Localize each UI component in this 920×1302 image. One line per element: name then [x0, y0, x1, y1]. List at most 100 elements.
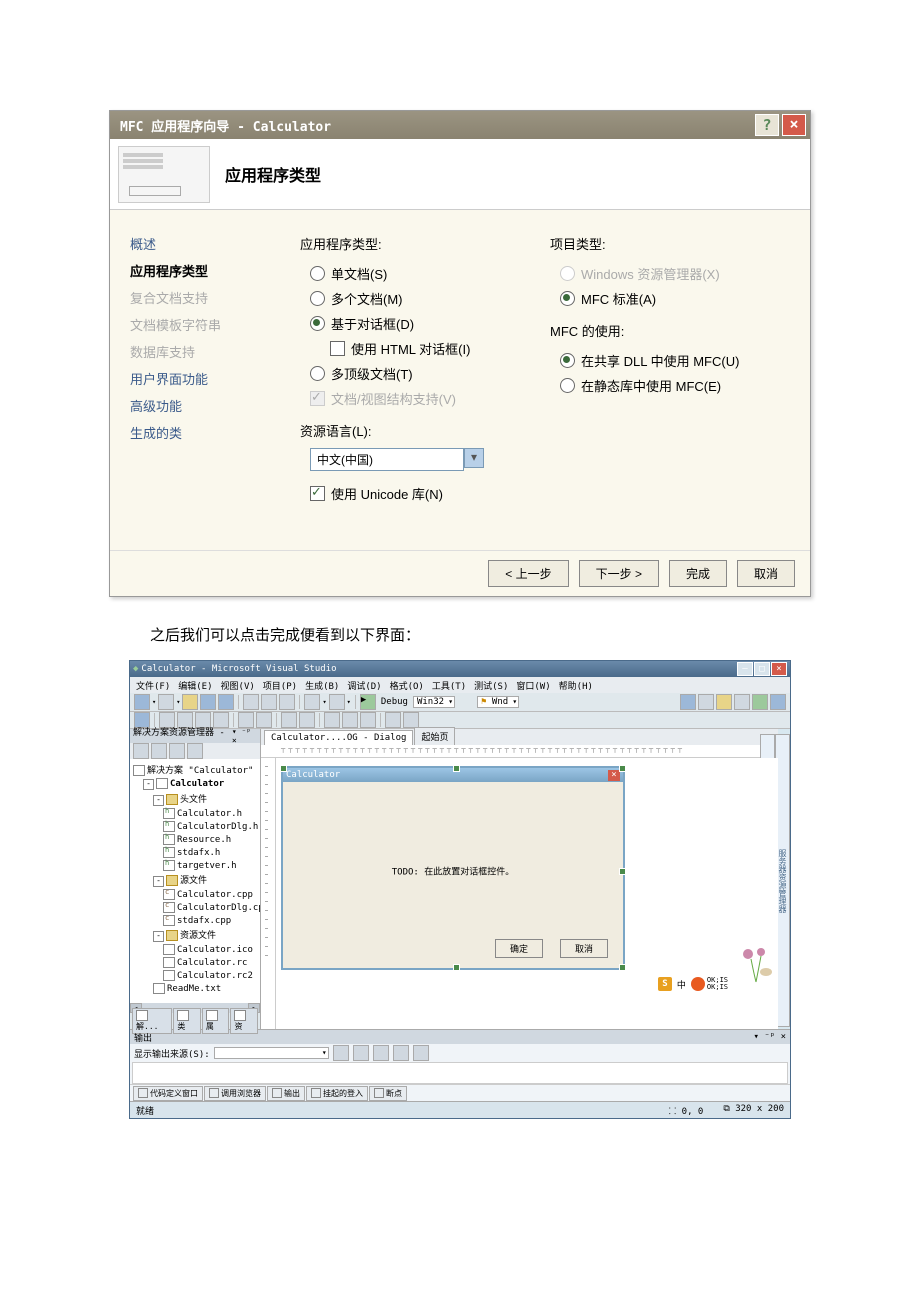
same-size-icon[interactable] — [360, 712, 376, 728]
resize-handle[interactable] — [453, 765, 460, 772]
tree-file[interactable]: Calculator.ico — [133, 943, 257, 956]
center-h-icon[interactable] — [238, 712, 254, 728]
ime-mode-icon[interactable] — [691, 977, 705, 991]
platform-select[interactable]: Win32 — [413, 696, 455, 708]
output-pins[interactable]: ▾ ⁻ᵖ × — [753, 1032, 786, 1042]
space-h-icon[interactable] — [281, 712, 297, 728]
dialog-cancel-button[interactable]: 取消 — [560, 939, 608, 958]
radio-shared-dll[interactable]: 在共享 DLL 中使用 MFC(U) — [550, 348, 800, 373]
config-select[interactable]: Debug — [378, 697, 411, 707]
radio-multi-doc[interactable]: 多个文档(M) — [300, 286, 550, 311]
cut-icon[interactable] — [243, 694, 259, 710]
help-icon[interactable]: ? — [755, 114, 779, 136]
solution-tree[interactable]: 解决方案 "Calculator" (1 个项 -Calculator -头文件… — [130, 759, 260, 1003]
menu-debug[interactable]: 调试(D) — [347, 679, 381, 692]
grid-icon[interactable] — [385, 712, 401, 728]
tab-call-browser[interactable]: 调用浏览器 — [204, 1086, 266, 1101]
tab-output[interactable]: 输出 — [267, 1086, 305, 1101]
check-html-dialog[interactable]: 使用 HTML 对话框(I) — [300, 336, 550, 361]
menu-window[interactable]: 窗口(W) — [516, 679, 550, 692]
save-icon[interactable] — [200, 694, 216, 710]
language-select[interactable]: 中文(中国)▾ — [310, 448, 550, 471]
output-tool-icon[interactable] — [333, 1045, 349, 1061]
paste-icon[interactable] — [279, 694, 295, 710]
copy-icon[interactable] — [261, 694, 277, 710]
output-tool-icon[interactable] — [413, 1045, 429, 1061]
tab-pending[interactable]: 挂起的登入 — [306, 1086, 368, 1101]
tool-icon-4[interactable] — [734, 694, 750, 710]
same-width-icon[interactable] — [324, 712, 340, 728]
solution-panel-header[interactable]: 解决方案资源管理器 - ... ▾ ⁻ᵖ × — [130, 729, 260, 743]
output-tool-icon[interactable] — [373, 1045, 389, 1061]
prev-button[interactable]: < 上一步 — [488, 560, 568, 587]
dialog-body[interactable]: TODO: 在此放置对话框控件。 确定 取消 — [283, 782, 623, 968]
chevron-down-icon[interactable]: ▾ — [464, 448, 484, 468]
space-v-icon[interactable] — [299, 712, 315, 728]
tree-file[interactable]: stdafx.h — [133, 846, 257, 859]
menu-build[interactable]: 生成(B) — [305, 679, 339, 692]
ime-bar[interactable]: S 中 OK;ISOK;IS — [658, 977, 728, 991]
tab-class[interactable]: 类 — [173, 1008, 201, 1034]
tool-icon-1[interactable] — [680, 694, 696, 710]
ime-cn[interactable]: 中 — [674, 978, 689, 991]
tree-resources-folder[interactable]: -资源文件 — [133, 927, 257, 943]
tab-breakpoints[interactable]: 断点 — [369, 1086, 407, 1101]
refresh-icon[interactable] — [169, 743, 185, 759]
find-combo[interactable]: ⚑ Wnd — [477, 696, 519, 708]
tool-icon-3[interactable] — [716, 694, 732, 710]
tool-icon-6[interactable] — [770, 694, 786, 710]
menu-view[interactable]: 视图(V) — [221, 679, 255, 692]
tree-readme[interactable]: ReadMe.txt — [133, 982, 257, 995]
menu-edit[interactable]: 编辑(E) — [178, 679, 212, 692]
redo-icon[interactable] — [329, 694, 345, 710]
next-button[interactable]: 下一步 > — [579, 560, 659, 587]
tree-file[interactable]: stdafx.cpp — [133, 914, 257, 927]
show-all-icon[interactable] — [151, 743, 167, 759]
tree-headers-folder[interactable]: -头文件 — [133, 791, 257, 807]
finish-button[interactable]: 完成 — [669, 560, 727, 587]
resize-handle[interactable] — [280, 765, 287, 772]
menu-file[interactable]: 文件(F) — [136, 679, 170, 692]
tree-solution[interactable]: 解决方案 "Calculator" (1 个项 — [133, 762, 257, 777]
menu-test[interactable]: 测试(S) — [474, 679, 508, 692]
tree-sources-folder[interactable]: -源文件 — [133, 872, 257, 888]
menu-format[interactable]: 格式(O) — [390, 679, 424, 692]
tree-file[interactable]: Calculator.h — [133, 807, 257, 820]
resize-handle[interactable] — [619, 868, 626, 875]
radio-single-doc[interactable]: 单文档(S) — [300, 261, 550, 286]
tab-property[interactable]: 属 — [202, 1008, 230, 1034]
radio-static-lib[interactable]: 在静态库中使用 MFC(E) — [550, 373, 800, 398]
tab-resource[interactable]: 资 — [230, 1008, 258, 1034]
resize-handle[interactable] — [453, 964, 460, 971]
output-source-select[interactable] — [214, 1047, 329, 1059]
tool-icon-5[interactable] — [752, 694, 768, 710]
tree-file[interactable]: Calculator.rc — [133, 956, 257, 969]
dialog-ok-button[interactable]: 确定 — [495, 939, 543, 958]
menu-tools[interactable]: 工具(T) — [432, 679, 466, 692]
radio-dialog-based[interactable]: 基于对话框(D) — [300, 311, 550, 336]
resize-handle[interactable] — [619, 964, 626, 971]
dialog-designer[interactable]: Calculator × TODO: 在此放置对话框控件。 确定 取消 — [261, 758, 778, 1029]
center-v-icon[interactable] — [256, 712, 272, 728]
nav-generated[interactable]: 生成的类 — [130, 419, 290, 446]
tree-file[interactable]: CalculatorDlg.h — [133, 820, 257, 833]
doc-tab-dialog[interactable]: Calculator....OG - Dialog — [264, 730, 413, 745]
resize-handle[interactable] — [619, 765, 626, 772]
save-all-icon[interactable] — [218, 694, 234, 710]
start-debug-icon[interactable]: ▶ — [360, 694, 376, 710]
minimize-icon[interactable]: ‒ — [737, 662, 753, 676]
output-text[interactable] — [132, 1062, 788, 1084]
nav-ui[interactable]: 用户界面功能 — [130, 365, 290, 392]
nav-app-type[interactable]: 应用程序类型 — [130, 257, 290, 284]
tree-file[interactable]: Calculator.rc2 — [133, 969, 257, 982]
ide-titlebar[interactable]: ◆ Calculator - Microsoft Visual Studio ‒… — [130, 661, 790, 677]
tab-code-def[interactable]: 代码定义窗口 — [133, 1086, 203, 1101]
guide-icon[interactable] — [403, 712, 419, 728]
properties-icon[interactable] — [133, 743, 149, 759]
close-icon[interactable]: × — [782, 114, 806, 136]
tree-project[interactable]: -Calculator — [133, 777, 257, 791]
same-height-icon[interactable] — [342, 712, 358, 728]
tree-file[interactable]: CalculatorDlg.cpp — [133, 901, 257, 914]
tree-file[interactable]: Calculator.cpp — [133, 888, 257, 901]
menu-help[interactable]: 帮助(H) — [559, 679, 593, 692]
